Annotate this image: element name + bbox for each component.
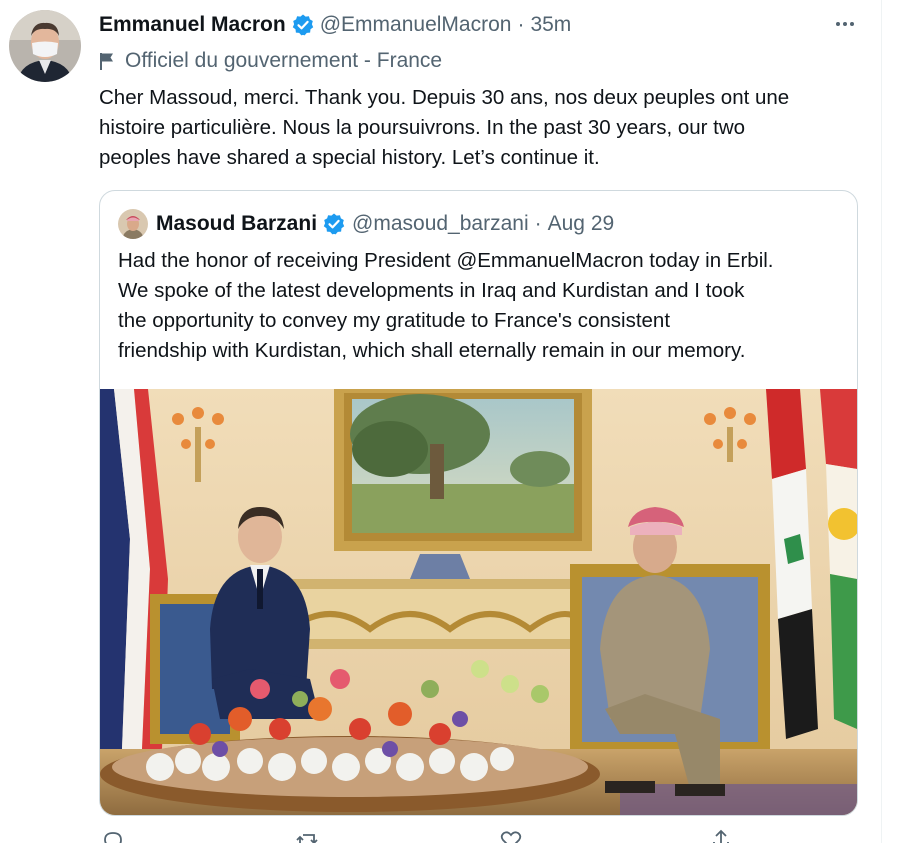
government-label[interactable]: Officiel du gouvernement - France bbox=[99, 47, 442, 75]
reply-icon[interactable] bbox=[101, 828, 125, 843]
tweet[interactable]: Emmanuel Macron @EmmanuelMacron · 35m Of… bbox=[0, 0, 881, 843]
quoted-author-avatar bbox=[118, 209, 148, 239]
author-handle[interactable]: @EmmanuelMacron bbox=[320, 13, 512, 37]
retweet-icon[interactable] bbox=[295, 828, 319, 843]
quoted-author-handle: @masoud_barzani bbox=[352, 212, 529, 235]
quoted-author-name: Masoud Barzani bbox=[156, 212, 318, 235]
flag-icon bbox=[100, 53, 113, 70]
tweet-actions bbox=[99, 828, 839, 843]
government-label-text: Officiel du gouvernement - France bbox=[125, 49, 443, 72]
verified-badge-icon bbox=[292, 14, 313, 36]
author-name[interactable]: Emmanuel Macron bbox=[99, 13, 286, 37]
quoted-tweet-header: Masoud Barzani @masoud_barzani · Aug 29 bbox=[118, 209, 614, 239]
timeline-divider bbox=[881, 0, 882, 843]
more-options-icon[interactable] bbox=[830, 12, 860, 36]
author-avatar[interactable] bbox=[9, 10, 81, 82]
verified-badge-icon bbox=[323, 213, 345, 235]
tweet-text: Cher Massoud, merci. Thank you. Depuis 3… bbox=[99, 86, 790, 169]
tweet-timestamp[interactable]: 35m bbox=[530, 13, 571, 37]
quoted-tweet-text: Had the honor of receiving President @Em… bbox=[118, 249, 774, 362]
like-icon[interactable] bbox=[499, 828, 523, 843]
quoted-tweet[interactable]: Masoud Barzani @masoud_barzani · Aug 29 … bbox=[99, 190, 858, 816]
share-icon[interactable] bbox=[709, 828, 733, 843]
quoted-tweet-timestamp: Aug 29 bbox=[547, 212, 615, 235]
separator-dot: · bbox=[517, 13, 525, 36]
separator-dot: · bbox=[534, 212, 542, 235]
tweet-header: Emmanuel Macron @EmmanuelMacron · 35m bbox=[99, 10, 571, 40]
quoted-tweet-photo[interactable] bbox=[100, 389, 857, 815]
